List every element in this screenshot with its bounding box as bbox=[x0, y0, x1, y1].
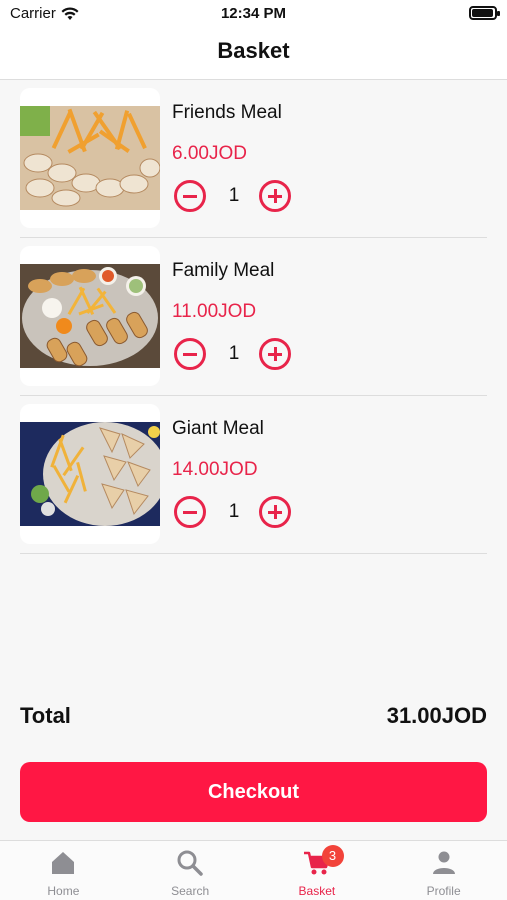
minus-icon bbox=[183, 194, 197, 198]
status-bar: Carrier 12:34 PM bbox=[0, 0, 507, 28]
quantity-value: 1 bbox=[228, 343, 240, 364]
tab-search[interactable]: Search bbox=[127, 841, 254, 900]
quantity-stepper: 1 bbox=[174, 496, 294, 530]
tab-label: Profile bbox=[426, 884, 461, 898]
giant-meal-photo bbox=[20, 422, 160, 526]
page-title: Basket bbox=[217, 38, 290, 63]
tab-home[interactable]: Home bbox=[0, 841, 127, 900]
basket-item: Family Meal 11.00JOD 1 bbox=[20, 238, 487, 396]
battery-level bbox=[472, 9, 493, 17]
tab-label: Home bbox=[47, 884, 80, 898]
basket-item: Giant Meal 14.00JOD 1 bbox=[20, 396, 487, 554]
increase-quantity-button[interactable] bbox=[259, 180, 291, 212]
item-name: Giant Meal bbox=[172, 418, 264, 439]
basket-item: Friends Meal 6.00JOD 1 bbox=[20, 80, 487, 238]
basket-list: Friends Meal 6.00JOD 1 Family Meal 11.00… bbox=[0, 80, 507, 554]
item-name: Family Meal bbox=[172, 260, 275, 281]
minus-icon bbox=[183, 352, 197, 356]
tab-basket[interactable]: 3 Basket bbox=[254, 841, 381, 900]
friends-meal-photo bbox=[20, 106, 160, 210]
profile-icon bbox=[432, 851, 455, 874]
cart-count-badge: 3 bbox=[321, 845, 344, 867]
total-row: Total 31.00JOD bbox=[20, 703, 487, 733]
total-label: Total bbox=[20, 703, 71, 728]
home-icon bbox=[52, 852, 75, 874]
tab-label: Search bbox=[171, 884, 210, 898]
quantity-value: 1 bbox=[228, 185, 240, 206]
family-meal-photo bbox=[20, 264, 160, 368]
battery-icon bbox=[469, 6, 500, 20]
tab-bar: Home Search 3 Basket Profile bbox=[0, 840, 507, 900]
increase-quantity-button[interactable] bbox=[259, 338, 291, 370]
quantity-stepper: 1 bbox=[174, 338, 294, 372]
item-price: 11.00JOD bbox=[172, 301, 257, 322]
nav-bar: Basket bbox=[0, 28, 507, 80]
quantity-stepper: 1 bbox=[174, 180, 294, 214]
increase-quantity-button[interactable] bbox=[259, 496, 291, 528]
item-image[interactable] bbox=[20, 246, 160, 386]
item-price: 14.00JOD bbox=[172, 459, 258, 480]
tab-profile[interactable]: Profile bbox=[380, 841, 507, 900]
item-price: 6.00JOD bbox=[172, 143, 247, 164]
tab-label: Basket bbox=[298, 884, 336, 898]
status-time: 12:34 PM bbox=[220, 5, 287, 22]
total-value: 31.00JOD bbox=[386, 703, 487, 728]
decrease-quantity-button[interactable] bbox=[174, 338, 206, 370]
search-icon bbox=[177, 850, 203, 876]
quantity-value: 1 bbox=[228, 501, 240, 522]
decrease-quantity-button[interactable] bbox=[174, 180, 206, 212]
decrease-quantity-button[interactable] bbox=[174, 496, 206, 528]
item-name: Friends Meal bbox=[172, 102, 282, 123]
checkout-button[interactable]: Checkout bbox=[20, 762, 487, 822]
item-image[interactable] bbox=[20, 88, 160, 228]
minus-icon bbox=[183, 510, 197, 514]
item-image[interactable] bbox=[20, 404, 160, 544]
